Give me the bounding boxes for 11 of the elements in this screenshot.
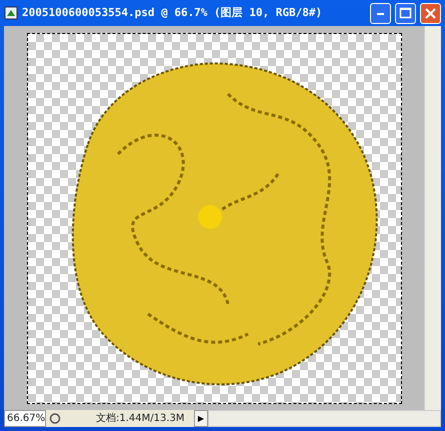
vertical-scrollbar[interactable]	[424, 26, 441, 410]
window-title: 2005100600053554.psd @ 66.7% (图层 10, RGB/8#)	[22, 4, 324, 21]
horizontal-scrollbar[interactable]	[208, 410, 441, 427]
zoom-field[interactable]: 66.67%	[4, 410, 46, 427]
document-size-info: 文档:1.44M/13.3M	[95, 412, 186, 426]
status-menu-button[interactable]: ▶	[194, 410, 208, 427]
minimize-icon	[377, 12, 384, 14]
close-button[interactable]	[420, 2, 441, 24]
document-icon	[4, 6, 18, 20]
minimize-button[interactable]	[370, 2, 391, 24]
maximize-button[interactable]	[395, 2, 416, 24]
